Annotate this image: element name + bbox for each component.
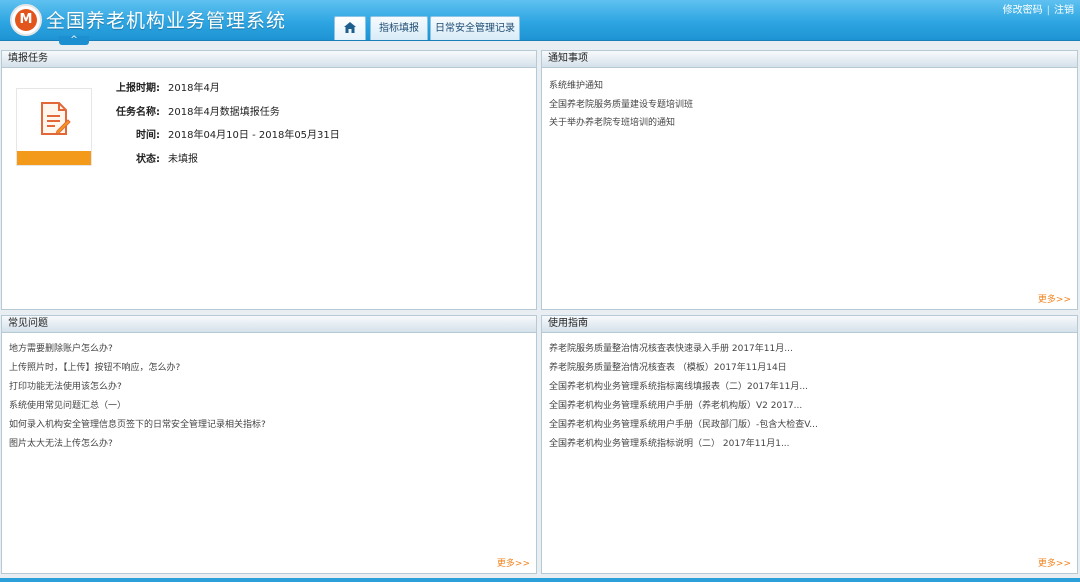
guide-panel: 使用指南 养老院服务质量整治情况核查表快速录入手册 2017年11月... 养老…	[541, 315, 1078, 574]
task-value: 2018年4月	[168, 83, 220, 94]
task-card[interactable]	[16, 88, 92, 166]
task-row-status: 状态: 未填报	[102, 154, 340, 178]
task-value: 2018年4月数据填报任务	[168, 106, 280, 118]
tab-home[interactable]	[334, 16, 366, 40]
faq-item[interactable]: 系统使用常见问题汇总（一）	[9, 400, 266, 419]
tab-daily-safety-records[interactable]: 日常安全管理记录	[430, 16, 520, 40]
tab-indicator-report[interactable]: 指标填报	[370, 16, 428, 40]
home-icon	[344, 22, 356, 33]
panel-title: 常见问题	[2, 316, 536, 333]
faq-item[interactable]: 地方需要删除账户怎么办?	[9, 343, 266, 362]
task-label: 时间:	[136, 130, 160, 141]
change-password-link[interactable]: 修改密码	[1003, 5, 1043, 16]
faq-list: 地方需要删除账户怎么办? 上传照片时，【上传】按钮不响应，怎么办? 打印功能无法…	[9, 343, 266, 457]
notice-panel: 通知事项 系统维护通知 全国养老院服务质量建设专题培训班 关于举办养老院专班培训…	[541, 50, 1078, 310]
logout-link[interactable]: 注销	[1054, 5, 1074, 16]
guide-list: 养老院服务质量整治情况核查表快速录入手册 2017年11月... 养老院服务质量…	[549, 343, 818, 457]
guide-item[interactable]: 养老院服务质量整治情况核查表快速录入手册 2017年11月...	[549, 343, 818, 362]
faq-panel: 常见问题 地方需要删除账户怎么办? 上传照片时，【上传】按钮不响应，怎么办? 打…	[1, 315, 537, 574]
document-edit-icon	[41, 102, 71, 135]
notice-item[interactable]: 全国养老院服务质量建设专题培训班	[549, 99, 693, 118]
task-label: 上报时期:	[116, 83, 160, 94]
guide-item[interactable]: 全国养老机构业务管理系统用户手册（民政部门版）-包含大检查V...	[549, 419, 818, 438]
faq-item[interactable]: 图片太大无法上传怎么办?	[9, 438, 266, 457]
app-header: M 全国养老机构业务管理系统 ^ 指标填报 日常安全管理记录 修改密码 | 注销	[0, 0, 1080, 45]
task-status-value: 未填报	[168, 153, 198, 165]
task-details: 上报时期: 2018年4月 任务名称: 2018年4月数据填报任务 时间: 2018年…	[102, 83, 340, 177]
guide-item[interactable]: 养老院服务质量整治情况核查表 （模板）2017年11月14日	[549, 362, 818, 381]
task-row-period: 上报时期: 2018年4月	[102, 83, 340, 107]
task-row-time: 时间: 2018年04月10日 - 2018年05月31日	[102, 130, 340, 154]
task-label: 状态:	[136, 153, 160, 165]
footer-bar	[0, 578, 1080, 582]
panel-title: 使用指南	[542, 316, 1077, 333]
link-separator: |	[1046, 5, 1050, 16]
app-title: 全国养老机构业务管理系统	[46, 10, 287, 32]
guide-item[interactable]: 全国养老机构业务管理系统指标说明（二） 2017年11月1...	[549, 438, 818, 457]
faq-item[interactable]: 上传照片时，【上传】按钮不响应，怎么办?	[9, 362, 266, 381]
faq-item[interactable]: 如何录入机构安全管理信息页签下的日常安全管理记录相关指标?	[9, 419, 266, 438]
top-links: 修改密码 | 注销	[1003, 1, 1074, 16]
faq-more-link[interactable]: 更多>>	[497, 556, 530, 569]
task-panel: 填报任务 上报时期: 2018年4月 任务名称: 2018年4月数据填报任务 时间:…	[1, 50, 537, 310]
panel-title: 通知事项	[542, 51, 1077, 68]
collapse-header-button[interactable]: ^	[59, 36, 89, 45]
notice-more-link[interactable]: 更多>>	[1038, 292, 1071, 305]
task-card-accent-bar	[17, 151, 91, 165]
guide-more-link[interactable]: 更多>>	[1038, 556, 1071, 569]
task-label: 任务名称:	[116, 106, 160, 118]
faq-item[interactable]: 打印功能无法使用该怎么办?	[9, 381, 266, 400]
notice-item[interactable]: 系统维护通知	[549, 80, 693, 99]
task-row-name: 任务名称: 2018年4月数据填报任务	[102, 107, 340, 131]
logo-mark: M	[15, 9, 37, 31]
chevron-up-icon: ^	[70, 35, 78, 45]
guide-item[interactable]: 全国养老机构业务管理系统指标离线填报表（二）2017年11月...	[549, 381, 818, 400]
notice-list: 系统维护通知 全国养老院服务质量建设专题培训班 关于举办养老院专班培训的通知	[549, 80, 693, 136]
panel-title: 填报任务	[2, 51, 536, 68]
task-value: 2018年04月10日 - 2018年05月31日	[168, 130, 340, 141]
logo-icon: M	[10, 4, 42, 36]
notice-item[interactable]: 关于举办养老院专班培训的通知	[549, 117, 693, 136]
guide-item[interactable]: 全国养老机构业务管理系统用户手册（养老机构版）V2 2017...	[549, 400, 818, 419]
